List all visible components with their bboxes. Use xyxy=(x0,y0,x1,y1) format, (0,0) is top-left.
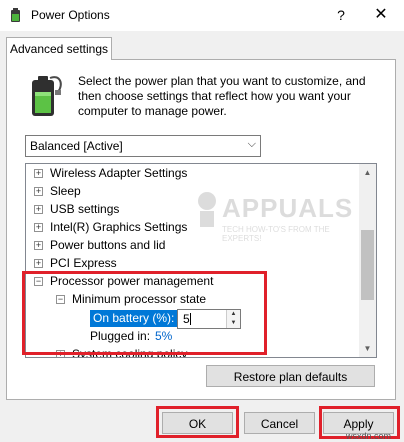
collapse-icon[interactable]: − xyxy=(34,277,43,286)
tab-advanced-settings[interactable]: Advanced settings xyxy=(6,37,112,60)
restore-defaults-button[interactable]: Restore plan defaults xyxy=(206,365,375,387)
power-options-icon xyxy=(8,7,24,23)
help-button[interactable]: ? xyxy=(330,5,352,25)
tree-scrollbar[interactable]: ▲ ▼ xyxy=(359,164,376,357)
plugged-in-label: Plugged in: xyxy=(90,329,151,343)
cancel-button[interactable]: Cancel xyxy=(244,412,315,434)
settings-tree[interactable]: + Wireless Adapter Settings + Sleep + US… xyxy=(25,163,377,358)
text-caret xyxy=(190,313,191,325)
scroll-down-icon[interactable]: ▼ xyxy=(359,340,376,357)
expand-icon[interactable]: + xyxy=(34,205,43,214)
expand-icon[interactable]: + xyxy=(34,241,43,250)
tree-item-label: Sleep xyxy=(50,184,81,198)
tree-item-label: Intel(R) Graphics Settings xyxy=(50,220,188,234)
chevron-down-icon: ⌵ xyxy=(247,138,256,150)
title-bar: Power Options ? ✕ xyxy=(0,0,404,32)
scrollbar-thumb[interactable] xyxy=(361,230,374,300)
power-plan-dropdown[interactable]: Balanced [Active] ⌵ xyxy=(25,135,261,157)
intro-text: Select the power plan that you want to c… xyxy=(78,74,366,118)
expand-icon[interactable]: + xyxy=(34,223,43,232)
close-button[interactable]: ✕ xyxy=(362,3,400,27)
expand-icon[interactable]: + xyxy=(34,169,43,178)
ok-button[interactable]: OK xyxy=(162,412,233,434)
tree-item-label: Wireless Adapter Settings xyxy=(50,166,188,180)
plugged-in-value[interactable]: 5% xyxy=(155,328,172,345)
tree-item-label: PCI Express xyxy=(50,256,117,270)
window-title: Power Options xyxy=(31,8,110,22)
tree-item-label: USB settings xyxy=(50,202,120,216)
on-battery-value[interactable]: 5 xyxy=(183,312,190,326)
tree-item-label: Power buttons and lid xyxy=(50,238,166,252)
on-battery-label[interactable]: On battery (%): xyxy=(90,310,178,327)
on-battery-stepper[interactable]: 5 ▲ ▼ xyxy=(177,309,241,329)
expand-icon[interactable]: + xyxy=(56,350,65,357)
expand-icon[interactable]: + xyxy=(34,259,43,268)
tree-item-label: System cooling policy xyxy=(72,347,188,358)
collapse-icon[interactable]: − xyxy=(56,295,65,304)
source-credit: wsxdn.com xyxy=(346,431,392,441)
tree-item-label: Minimum processor state xyxy=(72,292,207,306)
selected-plan: Balanced [Active] xyxy=(30,139,123,153)
expand-icon[interactable]: + xyxy=(34,187,43,196)
scroll-up-icon[interactable]: ▲ xyxy=(359,164,376,181)
stepper-up-icon[interactable]: ▲ xyxy=(226,310,240,319)
stepper-down-icon[interactable]: ▼ xyxy=(226,319,240,328)
battery-plan-icon xyxy=(24,74,66,120)
tree-item-label: Processor power management xyxy=(50,274,214,288)
